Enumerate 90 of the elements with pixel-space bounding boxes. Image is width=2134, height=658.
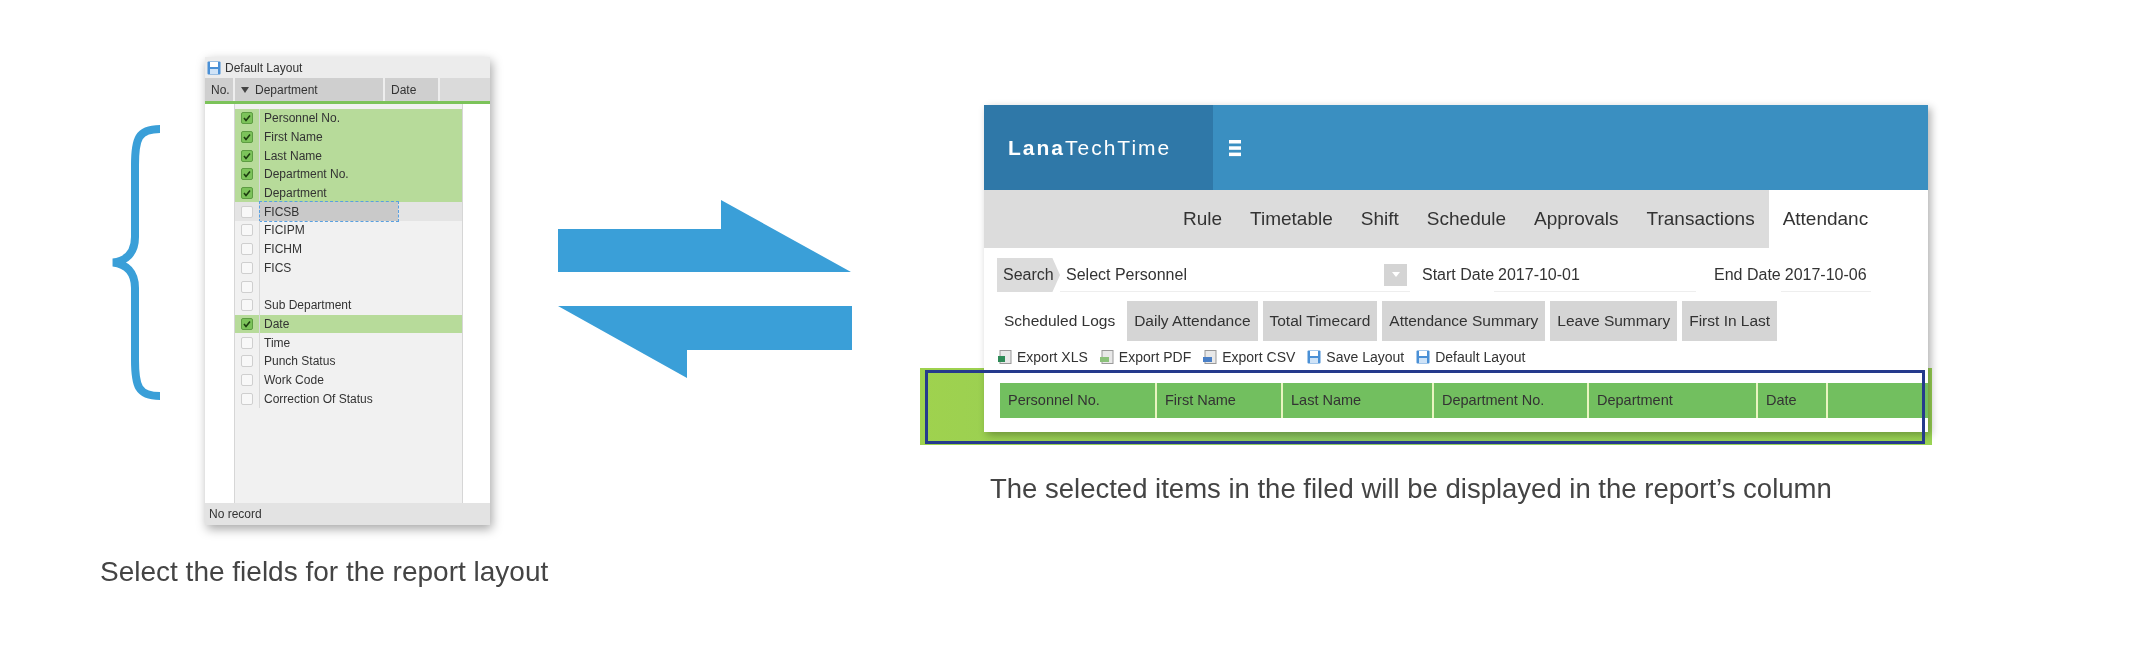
nav-tab[interactable]: Shift [1346,190,1413,248]
field-option[interactable]: Punch Status [260,351,340,371]
column-header[interactable]: Personnel No. [1000,383,1157,418]
checkbox[interactable] [241,224,253,237]
field-row[interactable]: Correction Of Status [235,389,462,408]
column-header[interactable]: Department No. [1434,383,1589,418]
toolbar-button[interactable]: Default Layout [1416,346,1526,368]
checkbox[interactable] [241,112,253,125]
field-option[interactable]: Sub Department [260,295,356,315]
field-label: End Date [1714,265,1781,285]
field-option[interactable]: Date [260,314,294,334]
field-option[interactable]: Time [260,333,295,352]
sort-caret-icon [241,86,249,93]
caption: Select the fields for the report layout [100,555,550,589]
checkbox[interactable] [241,205,253,218]
nav-tab[interactable]: Schedule [1412,190,1521,248]
field-row[interactable]: FICS [235,258,462,278]
nav-tab[interactable]: Transactions [1632,190,1769,248]
app-logo: LanaTechTime [1008,134,1172,161]
field-row[interactable]: Date [235,314,462,334]
column-header[interactable]: Department [1589,383,1758,418]
status-text: No record [209,506,262,523]
date-field[interactable]: 2017-10-06 [1780,258,1871,292]
checkbox[interactable] [241,149,253,162]
field-row[interactable]: Personnel No. [235,109,462,128]
report-tab[interactable]: Daily Attendance [1127,301,1258,341]
panel-title: Default Layout [225,59,303,77]
field-label: Start Date [1422,265,1495,285]
dropdown-caret-icon [1391,272,1400,277]
field-option[interactable]: Work Code [260,370,328,390]
checkbox[interactable] [241,373,253,386]
search-label: Search [997,258,1060,292]
field-option[interactable]: FICS [260,258,296,278]
field-row[interactable]: Time [235,333,462,352]
field-row[interactable]: FICHM [235,239,462,259]
save-icon [207,60,221,75]
field-option[interactable]: FICHM [260,239,306,259]
checkbox[interactable] [241,317,253,330]
field-option[interactable]: Correction Of Status [260,389,377,408]
checkbox[interactable] [241,131,253,144]
nav-tab[interactable]: Approvals [1520,190,1633,248]
checkbox[interactable] [241,168,253,181]
save-icon [1307,350,1322,364]
nav-tab[interactable]: Rule [1169,190,1237,248]
field-row[interactable]: FICSB [235,202,462,222]
checkbox[interactable] [241,392,253,405]
field-row[interactable]: Last Name [235,146,462,166]
field-row[interactable]: Sub Department [235,295,462,315]
field-row[interactable]: Punch Status [235,351,462,371]
date-field[interactable]: 2017-10-01 [1494,258,1697,292]
column-header[interactable]: No. [205,78,235,101]
report-tab[interactable]: First In Last [1682,301,1778,341]
save-icon [1416,350,1431,364]
nav-tab[interactable]: Attendanc [1768,190,1928,248]
checkbox[interactable] [241,261,253,274]
menu-icon[interactable] [1229,138,1241,157]
report-tab[interactable]: Leave Summary [1550,301,1678,341]
document-icon [1203,350,1218,364]
field-option[interactable]: First Name [260,127,327,147]
column-header[interactable]: Last Name [1283,383,1434,418]
column-header[interactable]: Date [385,78,440,101]
field-option[interactable]: Last Name [260,146,327,166]
report-tab[interactable]: Scheduled Logs [997,301,1123,341]
toolbar-button[interactable]: Save Layout [1307,346,1405,368]
spreadsheet-icon [998,350,1012,364]
field-option[interactable]: Personnel No. [260,109,345,128]
field-option[interactable]: FICIPM [260,221,309,240]
checkbox[interactable] [241,243,253,256]
checkbox[interactable] [241,355,253,368]
report-tab[interactable]: Attendance Summary [1382,301,1546,341]
column-header[interactable]: Date [1758,383,1828,418]
report-tab[interactable]: Total Timecard [1262,301,1378,341]
column-header[interactable]: Department [235,78,385,101]
checkbox[interactable] [241,299,253,312]
toolbar-button[interactable]: Export CSV [1203,346,1296,368]
caption: The selected items in the filed will be displayed in the report’s column [990,472,1833,506]
field-row[interactable]: Department No. [235,165,462,184]
field-row[interactable]: FICIPM [235,221,462,240]
nav-tab[interactable]: Timetable [1236,190,1347,248]
document-icon [1099,350,1114,364]
field-option[interactable]: Department [260,183,331,203]
toolbar-button[interactable]: Export XLS [998,346,1088,368]
checkbox[interactable] [241,336,253,349]
field-row[interactable]: Work Code [235,370,462,390]
field-option[interactable]: FICSB [260,202,398,222]
checkbox[interactable] [241,280,253,293]
field-option[interactable]: Department No. [260,165,353,184]
toolbar-button[interactable]: Export PDF [1099,346,1192,368]
checkbox[interactable] [241,187,253,200]
column-header[interactable]: First Name [1157,383,1283,418]
